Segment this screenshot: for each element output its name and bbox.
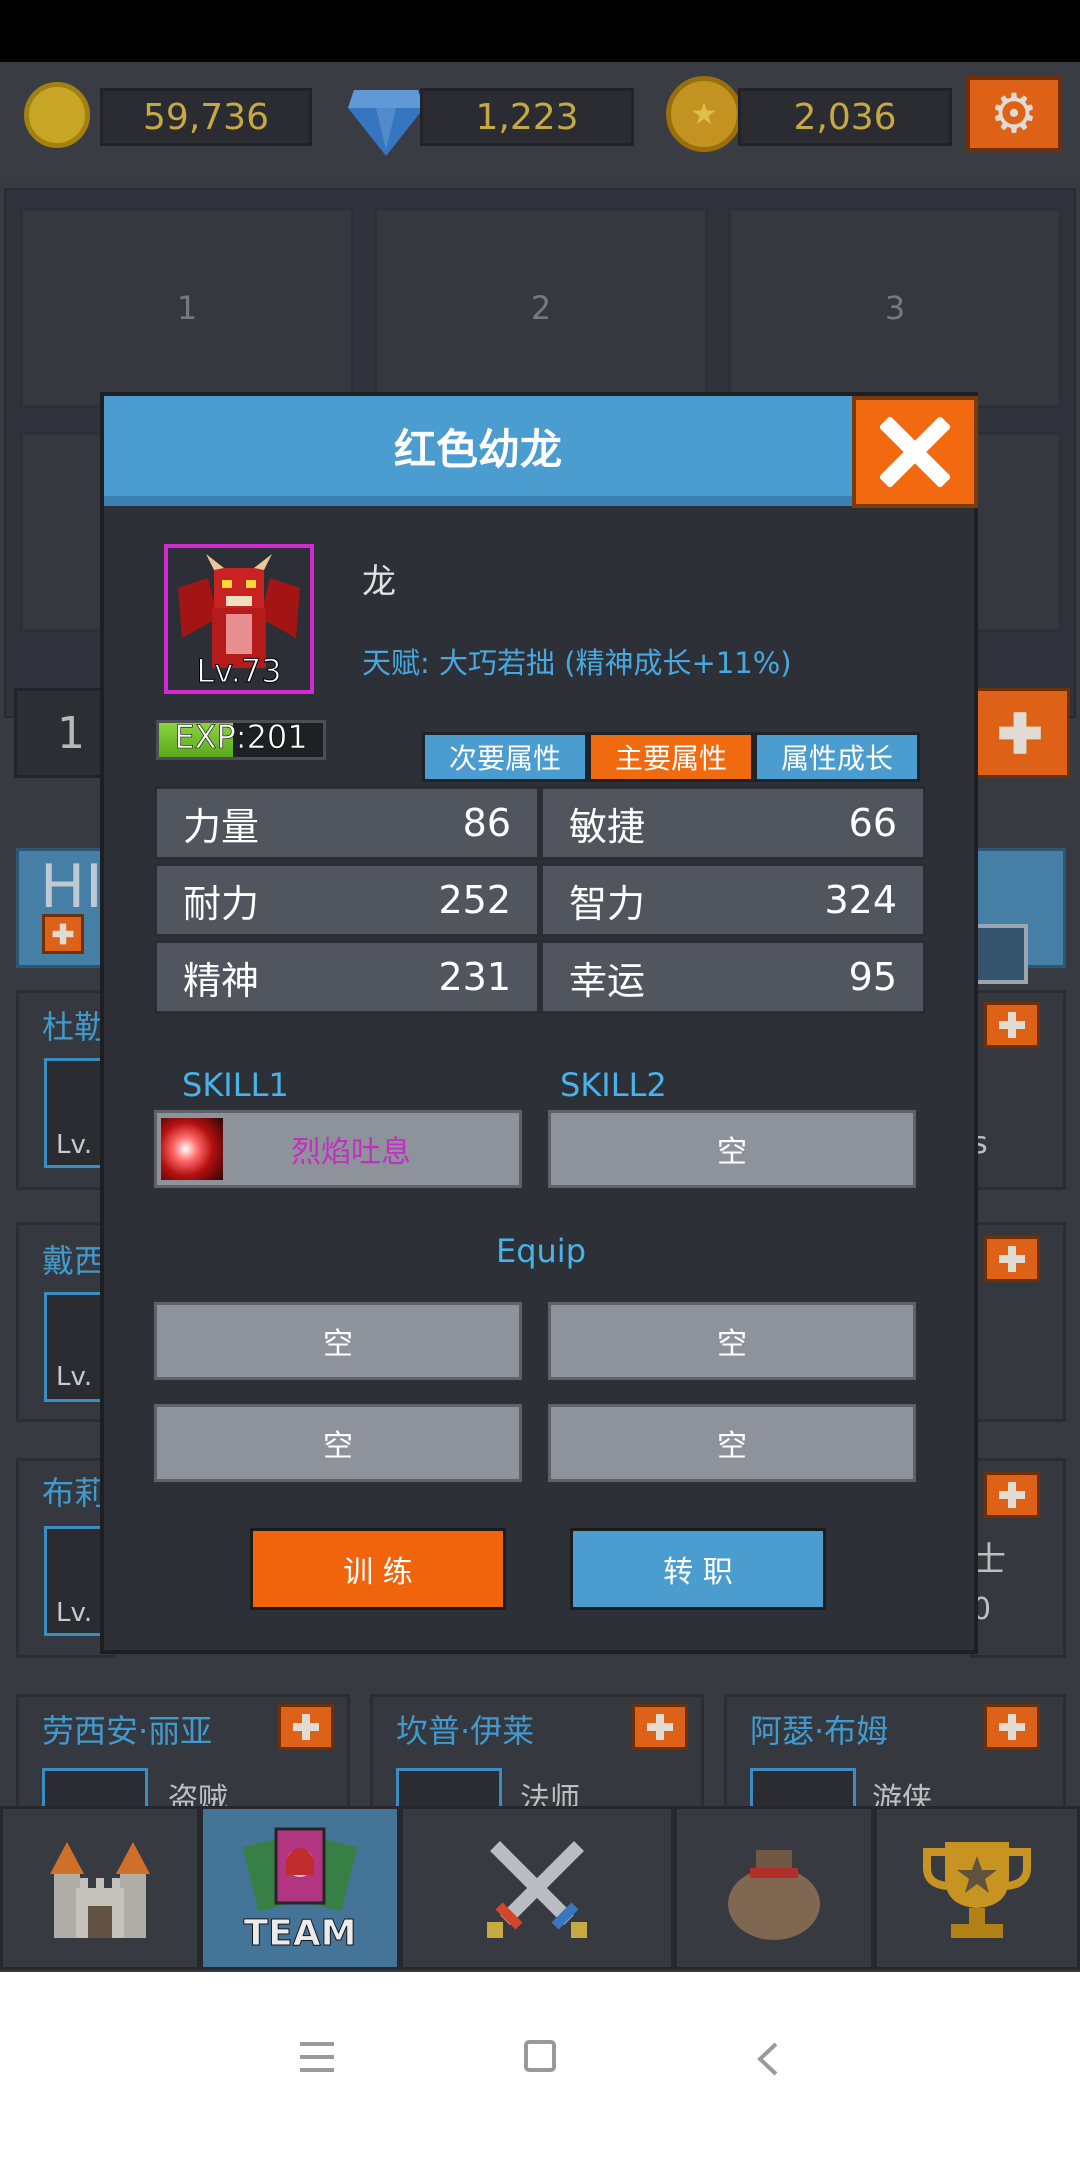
close-icon (880, 417, 950, 487)
stat-value: 86 (462, 801, 511, 845)
stat-name: 智力 (569, 881, 646, 926)
tab-secondary-attributes[interactable]: 次要属性 (422, 732, 588, 782)
equip-slot-3[interactable]: 空 (154, 1404, 522, 1482)
status-bar (0, 0, 1080, 62)
stat-name: 力量 (183, 804, 260, 849)
skill1-slot[interactable]: 烈焰吐息 (154, 1110, 522, 1188)
close-button[interactable] (852, 396, 978, 508)
stat-value: 95 (848, 955, 897, 999)
stat-agility: 敏捷 66 (540, 786, 926, 860)
stat-name: 精神 (183, 958, 260, 1003)
equip-slot-1[interactable]: 空 (154, 1302, 522, 1380)
tab-main-attributes[interactable]: 主要属性 (588, 732, 754, 782)
skill2-label: SKILL2 (560, 1066, 667, 1104)
skill1-label: SKILL1 (182, 1066, 289, 1104)
stat-name: 幸运 (569, 958, 646, 1003)
job-change-button[interactable]: 转 职 (570, 1528, 826, 1610)
skill2-slot[interactable]: 空 (548, 1110, 916, 1188)
skill1-name: 烈焰吐息 (291, 1135, 411, 1170)
stat-name: 敏捷 (569, 804, 646, 849)
hero-talent: 天赋: 大巧若拙 (精神成长+11%) (362, 646, 792, 680)
stat-value: 252 (438, 878, 511, 922)
system-nav-bar (0, 1972, 1080, 2160)
tab-attribute-growth[interactable]: 属性成长 (754, 732, 920, 782)
exp-label: EXP:201 (174, 718, 308, 757)
stat-stamina: 耐力 252 (154, 863, 540, 937)
equip-label: Equip (495, 1232, 586, 1270)
stat-spirit: 精神 231 (154, 940, 540, 1014)
stat-value: 324 (824, 878, 897, 922)
stat-intelligence: 智力 324 (540, 863, 926, 937)
stat-luck: 幸运 95 (540, 940, 926, 1014)
train-button[interactable]: 训 练 (250, 1528, 506, 1610)
home-icon[interactable] (524, 2040, 556, 2072)
hero-detail-modal: 红色幼龙 Lv.73 龙 天赋: 大巧若拙 (精神成长+11%) EXP:201… (100, 392, 978, 1654)
modal-title: 红色幼龙 (104, 396, 852, 506)
stat-name: 耐力 (183, 881, 260, 926)
stat-value: 66 (848, 801, 897, 845)
stat-value: 231 (438, 955, 511, 999)
hero-race: 龙 (362, 562, 396, 602)
portrait-level: Lv.73 (196, 652, 282, 691)
menu-icon[interactable] (300, 2042, 334, 2072)
flame-breath-icon (161, 1118, 223, 1180)
equip-slot-2[interactable]: 空 (548, 1302, 916, 1380)
equip-slot-4[interactable]: 空 (548, 1404, 916, 1482)
stat-strength: 力量 86 (154, 786, 540, 860)
back-icon[interactable] (754, 2042, 784, 2076)
